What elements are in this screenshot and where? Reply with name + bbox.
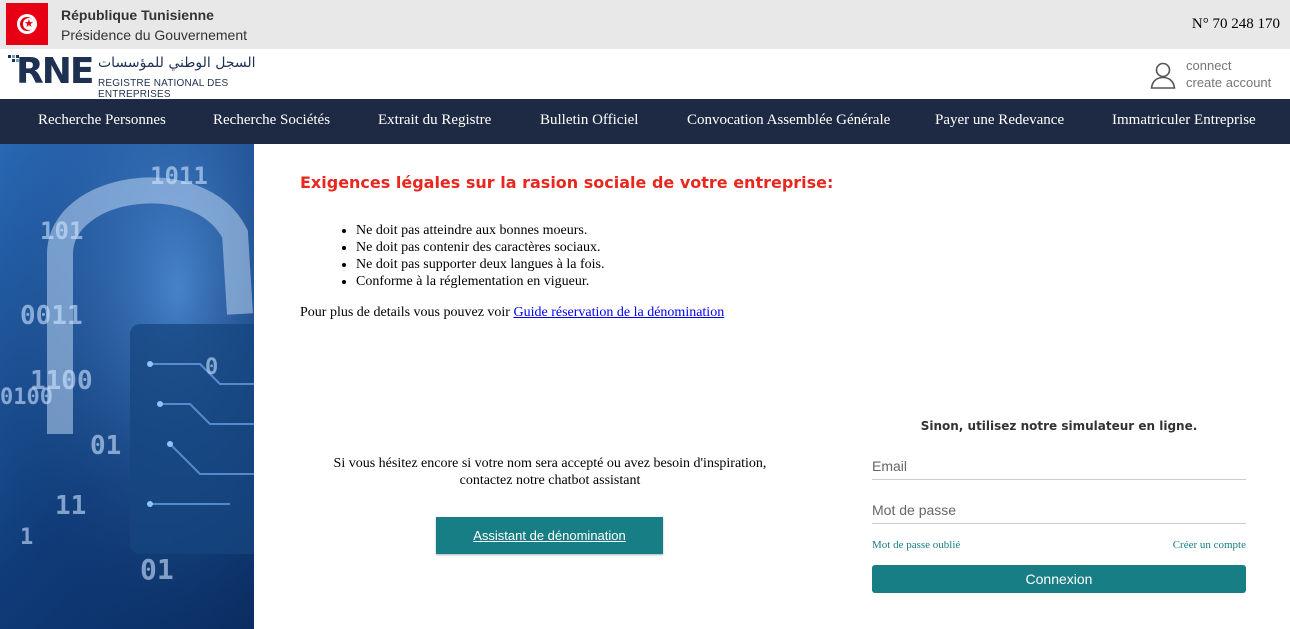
main-nav: Recherche Personnes Recherche Sociétés E… bbox=[0, 99, 1290, 144]
logo-arabic-text: السجل الوطني للمؤسسات bbox=[98, 55, 256, 71]
binary-digit-text: 101 bbox=[40, 217, 83, 245]
phone-number: N° 70 248 170 bbox=[1191, 16, 1280, 32]
email-field[interactable] bbox=[872, 453, 1246, 480]
country-name: République Tunisienne bbox=[61, 7, 214, 23]
logo-letters: RNE bbox=[16, 51, 94, 92]
forgot-password-link[interactable]: Mot de passe oublié bbox=[872, 539, 960, 551]
nav-item-extrait-registre[interactable]: Extrait du Registre bbox=[378, 112, 491, 129]
list-item: Conforme à la réglementation en vigueur. bbox=[356, 273, 604, 290]
binary-digit-text: 0100 bbox=[0, 385, 53, 410]
binary-digit-text: 1011 bbox=[150, 162, 208, 190]
guide-prefix-text: Pour plus de details vous pouvez voir bbox=[300, 305, 514, 320]
nav-item-bulletin-officiel[interactable]: Bulletin Officiel bbox=[540, 112, 638, 129]
list-item: Ne doit pas supporter deux langues à la … bbox=[356, 256, 604, 273]
presidency-name: Présidence du Gouvernement bbox=[61, 27, 247, 43]
create-account-link[interactable]: create account bbox=[1186, 75, 1271, 90]
top-bar: ★ République Tunisienne Présidence du Go… bbox=[0, 0, 1290, 49]
user-icon[interactable] bbox=[1150, 61, 1176, 89]
requirements-list: Ne doit pas atteindre aux bonnes moeurs.… bbox=[336, 222, 604, 290]
connect-link[interactable]: connect bbox=[1186, 58, 1232, 73]
list-item: Ne doit pas contenir des caractères soci… bbox=[356, 239, 604, 256]
simulator-intro: Sinon, utilisez notre simulateur en lign… bbox=[920, 419, 1198, 433]
list-item: Ne doit pas atteindre aux bonnes moeurs. bbox=[356, 222, 604, 239]
site-header: RNE السجل الوطني للمؤسسات REGISTRE NATIO… bbox=[0, 49, 1290, 100]
binary-digit-text: 11 bbox=[55, 491, 86, 521]
naming-assistant-button[interactable]: Assistant de dénomination bbox=[436, 517, 663, 554]
binary-digit-text: 0011 bbox=[20, 301, 83, 331]
chatbot-line-2: contactez notre chatbot assistant bbox=[459, 473, 641, 488]
chatbot-line-1: Si vous hésitez encore si votre nom sera… bbox=[333, 456, 767, 471]
binary-digit-text: 01 bbox=[140, 553, 174, 586]
padlock-binary-illustration: 101 1011 0011 1100 0100 01 11 1 01 0 bbox=[0, 144, 254, 629]
binary-digit-text: 0 bbox=[205, 355, 218, 380]
logo-french-text: REGISTRE NATIONAL DES ENTREPRISES bbox=[98, 78, 229, 100]
security-banner-image: 101 1011 0011 1100 0100 01 11 1 01 0 bbox=[0, 144, 254, 629]
requirements-title: Exigences légales sur la rasion sociale … bbox=[300, 173, 834, 192]
nav-item-immatriculer-entreprise[interactable]: Immatriculer Entreprise bbox=[1112, 112, 1256, 129]
guide-paragraph: Pour plus de details vous pouvez voir Gu… bbox=[300, 305, 724, 321]
nav-item-payer-redevance[interactable]: Payer une Redevance bbox=[935, 112, 1064, 129]
create-account-link-secondary[interactable]: Créer un compte bbox=[1173, 539, 1246, 551]
login-button[interactable]: Connexion bbox=[872, 565, 1246, 593]
nav-item-recherche-personnes[interactable]: Recherche Personnes bbox=[38, 112, 166, 129]
chatbot-text: Si vous hésitez encore si votre nom sera… bbox=[310, 455, 790, 489]
rne-logo[interactable]: RNE السجل الوطني للمؤسسات REGISTRE NATIO… bbox=[8, 51, 268, 100]
nav-item-convocation-assemblee[interactable]: Convocation Assemblée Générale bbox=[687, 112, 890, 129]
binary-digit-text: 1 bbox=[20, 525, 33, 550]
account-area: connect create account bbox=[1150, 57, 1280, 93]
binary-digit-text: 01 bbox=[90, 431, 121, 461]
nav-item-recherche-societes[interactable]: Recherche Sociétés bbox=[213, 112, 330, 129]
password-field[interactable] bbox=[872, 497, 1246, 524]
guide-link[interactable]: Guide réservation de la dénomination bbox=[513, 305, 724, 320]
tunisia-flag-icon: ★ bbox=[6, 3, 48, 45]
